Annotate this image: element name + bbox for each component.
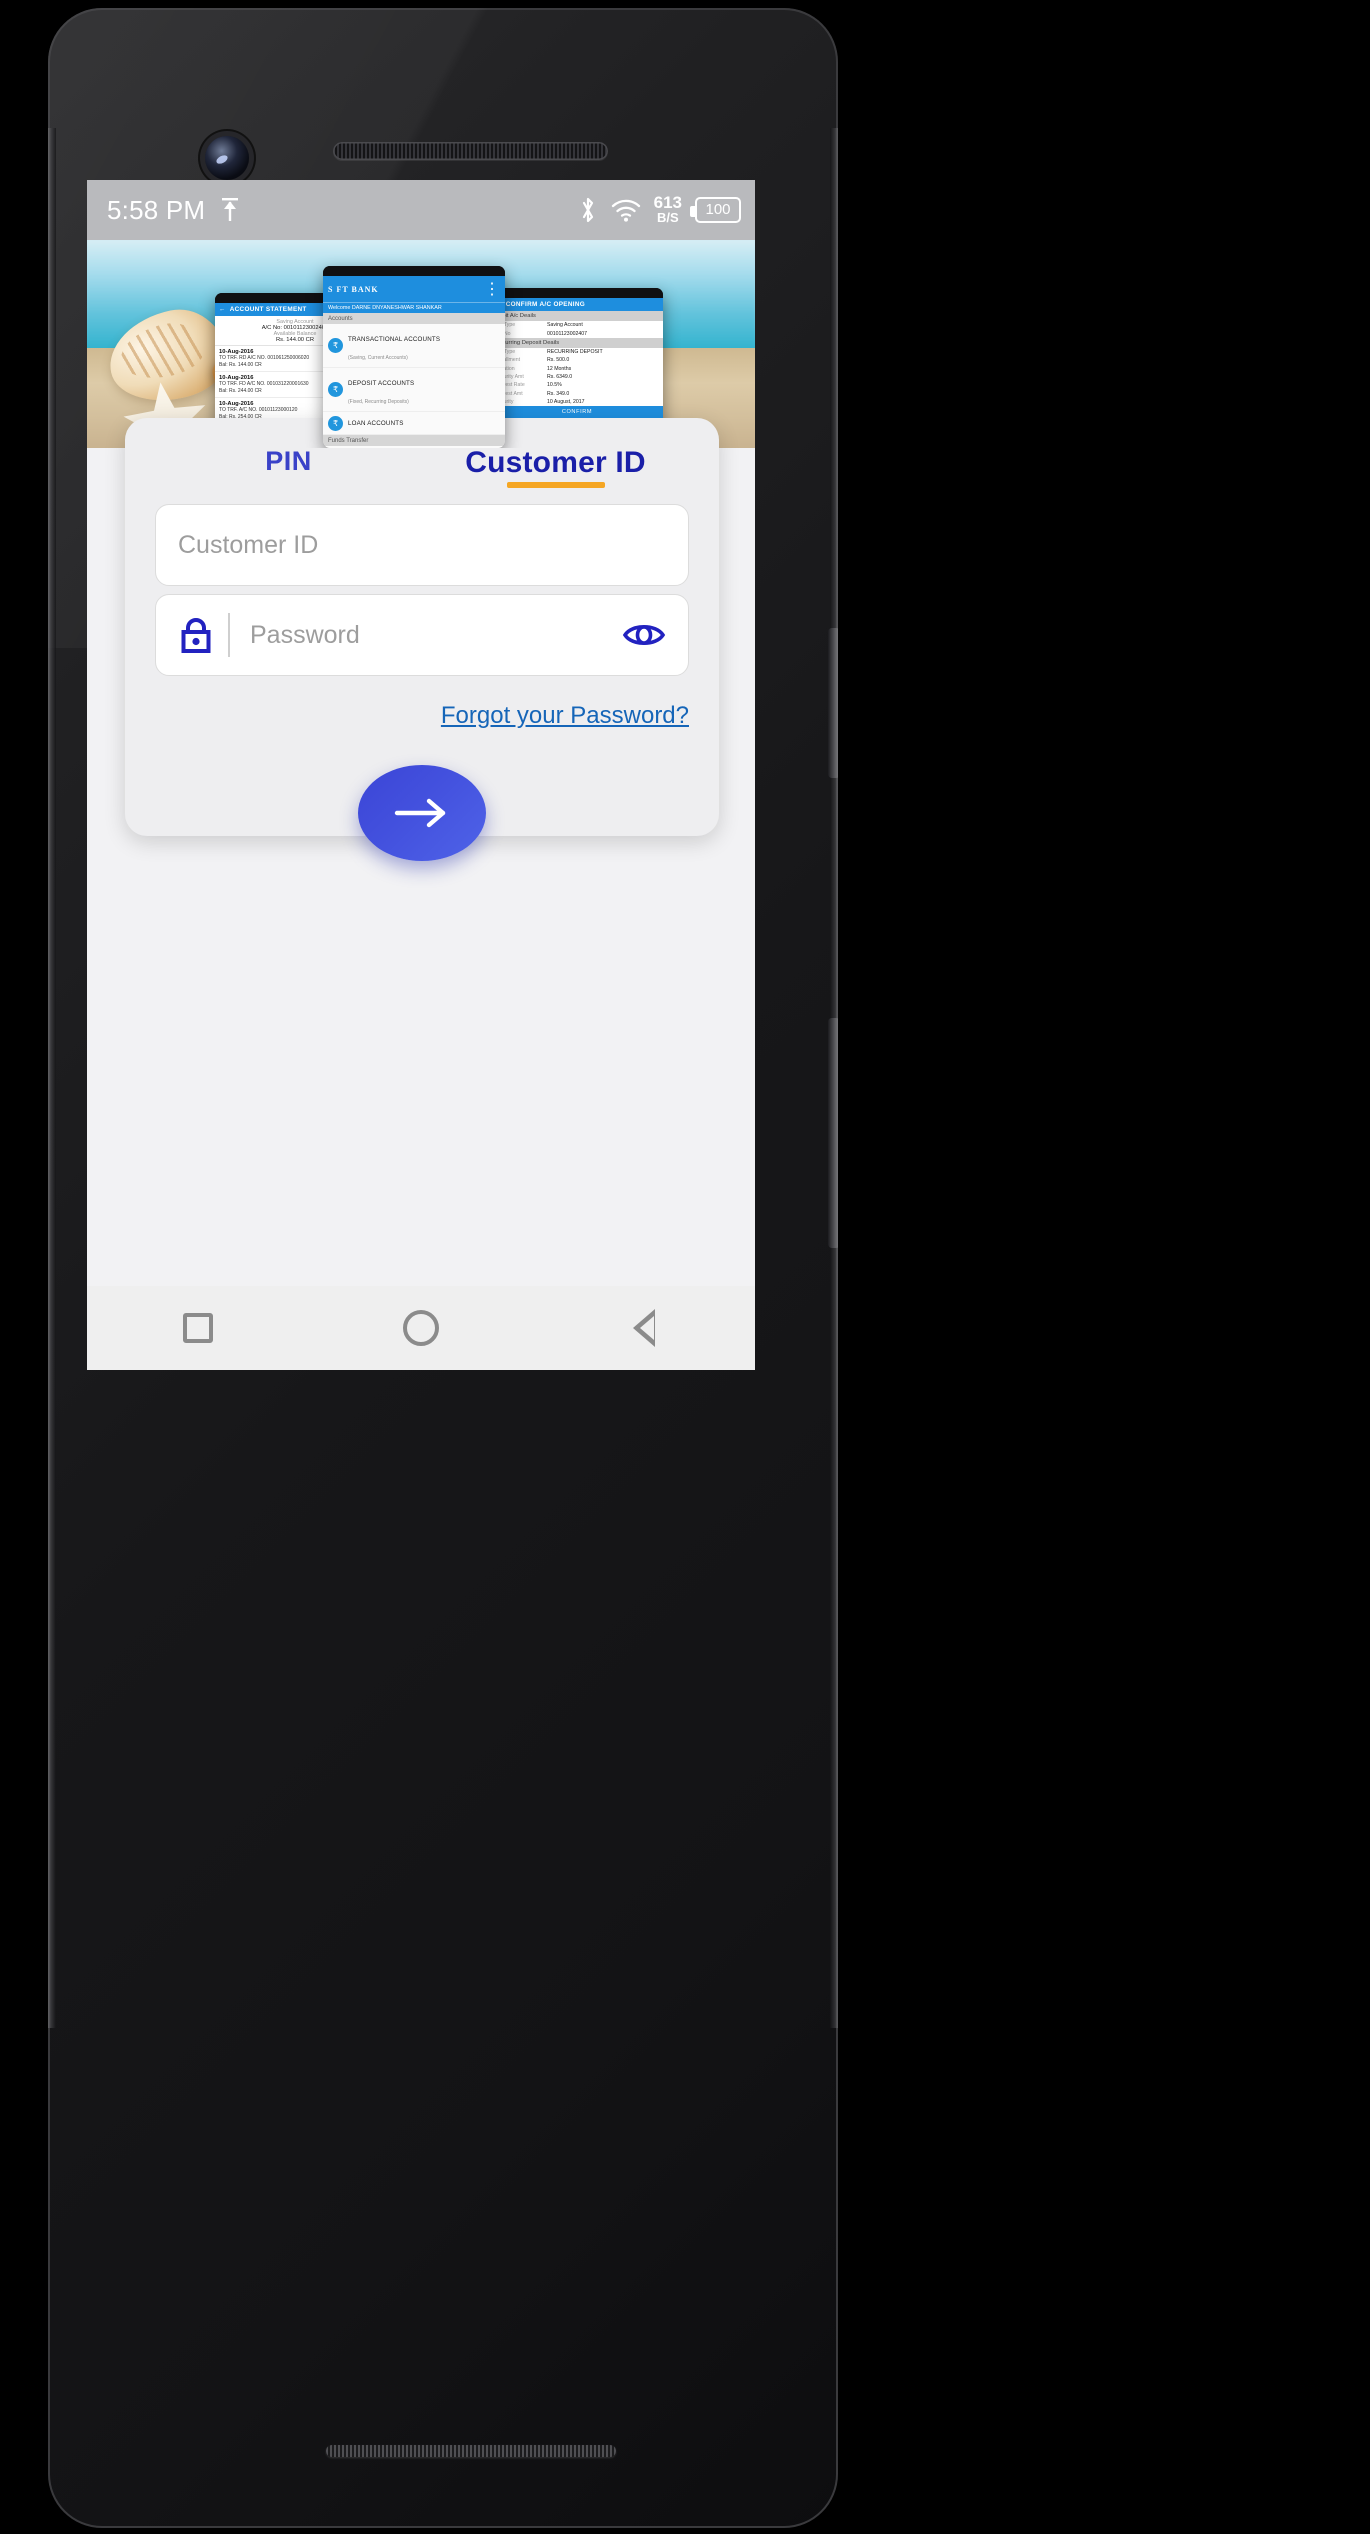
- earpiece-speaker: [333, 142, 608, 160]
- password-placeholder: Password: [250, 620, 360, 649]
- nav-back-button[interactable]: [609, 1293, 679, 1363]
- mockup2-section-funds: Funds Transfer: [323, 435, 505, 446]
- forgot-password-link[interactable]: Forgot your Password?: [441, 702, 689, 729]
- arrow-right-icon: [394, 798, 446, 828]
- network-speed: 613 B/S: [654, 194, 682, 225]
- mockup2-screen: S FT BANK ⋮ Welcome DARNE DNYANESHWAR SH…: [323, 276, 505, 448]
- list-item: ₹ TRANSACTIONAL ACCOUNTS (Saving, Current…: [323, 324, 505, 368]
- submit-button[interactable]: [358, 765, 486, 861]
- detail-value: Saving Account: [547, 322, 583, 329]
- mockup3-appbar: ← CONFIRM A/C OPENING: [491, 298, 663, 311]
- home-circle-icon: [402, 1310, 439, 1346]
- status-time: 5:58 PM: [107, 194, 206, 225]
- tab-customer-id[interactable]: Customer ID: [422, 446, 689, 496]
- detail-value: 00101123002407: [547, 330, 588, 337]
- item-title: TRANSACTIONAL ACCOUNTS: [348, 335, 441, 343]
- mockup-bank-menu: S FT BANK ⋮ Welcome DARNE DNYANESHWAR SH…: [323, 266, 505, 448]
- detail-row: Duration12 Months: [491, 365, 663, 373]
- password-field[interactable]: Password: [155, 594, 689, 676]
- detail-value: RECURRING DEPOSIT: [547, 348, 603, 355]
- mockup3-section-rd: Recurring Deposit Deails: [491, 337, 663, 348]
- back-triangle-icon: [632, 1309, 655, 1347]
- phone-screen: 5:58 PM 613 B/S 100 ← ACCOUNT STATEMENT …: [87, 180, 755, 1370]
- detail-row: Maturity Amt Rs. 6349.0: [491, 373, 663, 381]
- nav-recents-button[interactable]: [163, 1293, 233, 1363]
- recents-square-icon: [183, 1313, 214, 1343]
- status-bar-left: 5:58 PM: [107, 195, 241, 226]
- money-bag-icon: ₹: [328, 382, 343, 397]
- detail-row: Installment Rs. 500.0: [491, 356, 663, 364]
- mockup2-section-accounts: Accounts: [323, 313, 505, 324]
- login-content: PIN Customer ID Customer ID Password For…: [87, 418, 755, 1370]
- front-camera-icon: [205, 136, 249, 180]
- item-sub: (Fixed, Recurring Deposits): [348, 398, 409, 405]
- tab-pin[interactable]: PIN: [155, 446, 422, 496]
- detail-row: A/c Type Saving Account: [491, 321, 663, 329]
- active-tab-underline: [506, 482, 605, 488]
- login-card: PIN Customer ID Customer ID Password For…: [125, 418, 719, 861]
- rupee-coin-icon: ₹: [328, 338, 343, 353]
- row-date: 10-Aug-2016: [219, 348, 254, 355]
- field-divider: [228, 613, 230, 657]
- mockup3-bezel: [491, 288, 663, 298]
- detail-row: RD Type RECURRING DEPOSIT: [491, 348, 663, 356]
- overflow-menu-icon: ⋮: [484, 281, 500, 298]
- row-date: 10-Aug-2016: [219, 374, 254, 381]
- power-button[interactable]: [828, 628, 838, 778]
- list-item: ₹ DEPOSIT ACCOUNTS (Fixed, Recurring Depo…: [323, 368, 505, 412]
- item-sub: (Saving, Current Accounts): [348, 354, 408, 361]
- detail-row: A/c No00101123002407: [491, 329, 663, 337]
- mockup3-title: CONFIRM A/C OPENING: [505, 301, 586, 308]
- bottom-speaker: [326, 2445, 616, 2457]
- status-bar-right: 613 B/S 100: [578, 194, 741, 225]
- nav-home-button[interactable]: [386, 1293, 456, 1363]
- eye-icon[interactable]: [622, 620, 666, 650]
- list-item: ₹ LOAN ACCOUNTS: [323, 412, 505, 435]
- wifi-icon: [611, 199, 640, 222]
- mockup2-brand: S FT BANK: [328, 284, 379, 294]
- android-nav-bar: [87, 1286, 755, 1370]
- status-bar: 5:58 PM 613 B/S 100: [87, 180, 755, 240]
- mockup3-section-debit: Debit A/c Deails: [491, 311, 663, 321]
- mockup2-welcome: Welcome DARNE DNYANESHWAR SHANKAR: [323, 302, 505, 313]
- mockup2-bezel: [323, 266, 505, 276]
- back-arrow-icon: ←: [219, 306, 226, 313]
- detail-row: Interest Rate 10.5%: [491, 381, 663, 389]
- mockup3-confirm-button: CONFIRM: [491, 406, 663, 419]
- detail-row: Interest Amt Rs. 349.0: [491, 390, 663, 398]
- screenshot-root: 5:58 PM 613 B/S 100 ← ACCOUNT STATEMENT …: [0, 0, 1370, 2534]
- battery-level: 100: [705, 201, 731, 219]
- battery-indicator: 100: [690, 196, 741, 223]
- mockup2-appbar: S FT BANK ⋮: [323, 276, 505, 302]
- promo-banner: ← ACCOUNT STATEMENT Saving Account A/C N…: [87, 240, 755, 448]
- detail-row: Maturity10 August, 2017: [491, 398, 663, 406]
- detail-value: 10 August, 2017: [547, 399, 585, 406]
- detail-value: Rs. 500.0: [547, 357, 570, 364]
- list-item: ₹ SELF ACCOUNT TRANSFER: [323, 446, 505, 448]
- customer-id-field[interactable]: Customer ID: [155, 504, 689, 586]
- upload-arrow-icon: [222, 198, 239, 221]
- item-title: DEPOSIT ACCOUNTS: [348, 379, 415, 387]
- device-edge-left: [48, 128, 56, 2028]
- row-date: 10-Aug-2016: [219, 400, 254, 407]
- detail-value: 10.5%: [547, 382, 562, 389]
- item-title: LOAN ACCOUNTS: [348, 419, 404, 427]
- detail-value: Rs. 349.0: [547, 390, 570, 397]
- detail-value: 12 Months: [547, 365, 572, 372]
- tab-customer-id-label: Customer ID: [465, 446, 646, 479]
- bluetooth-icon: [582, 197, 593, 223]
- mockup1-title: ACCOUNT STATEMENT: [229, 306, 307, 313]
- forgot-password-row: Forgot your Password?: [125, 676, 719, 730]
- detail-value: Rs. 6349.0: [547, 374, 573, 381]
- loan-hand-icon: ₹: [328, 415, 343, 431]
- tab-pin-label: PIN: [265, 446, 312, 476]
- customer-id-placeholder: Customer ID: [178, 530, 319, 559]
- network-speed-unit: B/S: [656, 209, 679, 225]
- lock-icon: [181, 618, 211, 653]
- volume-button[interactable]: [828, 1018, 838, 1248]
